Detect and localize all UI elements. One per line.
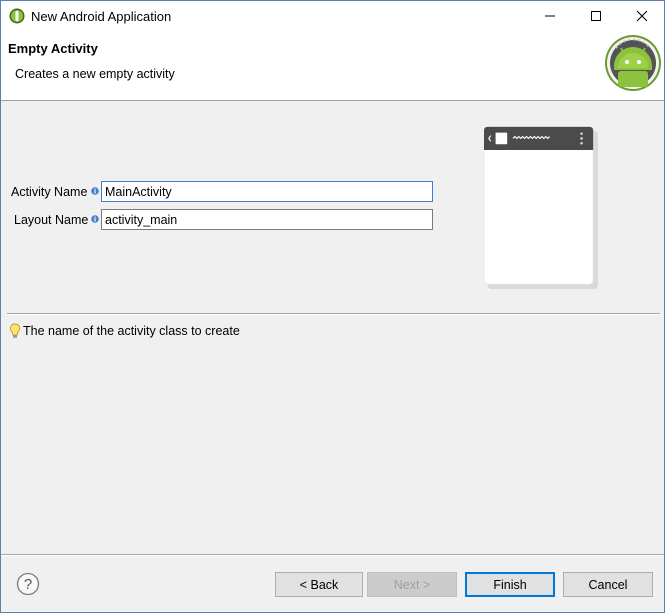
close-button[interactable] [619,1,664,31]
page-title: Empty Activity [8,41,98,56]
info-icon [91,215,99,223]
cancel-button[interactable]: Cancel [563,572,653,597]
button-bar-divider [1,554,664,556]
layout-name-field[interactable] [101,209,433,230]
maximize-icon [591,11,601,21]
activity-preview [484,126,598,290]
activity-name-label: Activity Name [11,185,88,199]
android-logo-icon [605,35,661,91]
next-button[interactable]: Next > [367,572,457,597]
hint-text: The name of the activity class to create [23,324,240,338]
divider [7,313,660,315]
wizard-header: Empty Activity Creates a new empty activ… [1,31,664,101]
info-icon [91,187,99,195]
android-app-icon [9,8,25,24]
page-description: Creates a new empty activity [15,67,175,81]
layout-name-label: Layout Name [14,213,89,227]
title-bar: New Android Application [1,1,664,31]
svg-text:?: ? [24,576,32,593]
help-icon[interactable]: ? [16,572,40,596]
minimize-icon [545,15,555,17]
window-title: New Android Application [31,9,172,24]
close-icon [636,10,648,22]
lightbulb-icon [9,323,21,338]
activity-name-field[interactable] [101,181,433,202]
minimize-button[interactable] [527,1,573,31]
finish-button[interactable]: Finish [465,572,555,597]
maximize-button[interactable] [573,1,619,31]
back-button[interactable]: < Back [275,572,363,597]
wizard-window: New Android Application Empty Activity C… [0,0,665,613]
